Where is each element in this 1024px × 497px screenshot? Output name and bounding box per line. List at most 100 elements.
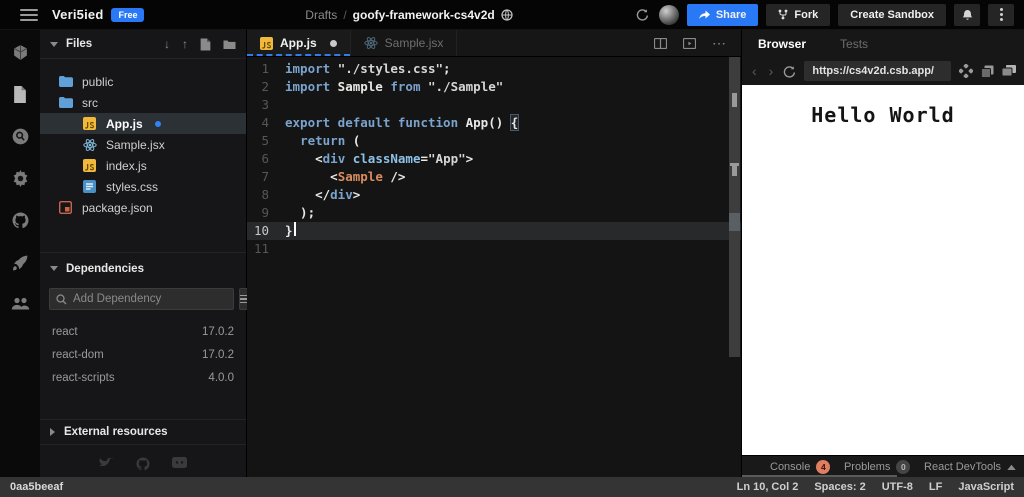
console-scrollbar[interactable] <box>742 475 898 477</box>
privacy-globe-icon[interactable] <box>501 9 513 21</box>
file-explorer-icon[interactable] <box>10 84 30 104</box>
search-icon[interactable] <box>10 126 30 146</box>
code-line-11[interactable]: 11 <box>247 240 741 258</box>
css-file-icon <box>82 180 97 193</box>
url-bar[interactable] <box>804 61 951 81</box>
preview-window-icon[interactable] <box>683 37 696 49</box>
chevron-down-icon[interactable] <box>50 41 58 47</box>
code-line-1[interactable]: 1 import "./styles.css"; <box>247 60 741 78</box>
tab-tests[interactable]: Tests <box>840 37 868 51</box>
code-line-10[interactable]: 10} <box>247 222 741 240</box>
settings-gear-icon[interactable] <box>10 168 30 188</box>
dependency-version: 17.0.2 <box>202 325 234 338</box>
dependency-react-scripts[interactable]: react-scripts 4.0.0 <box>40 366 246 389</box>
external-resources-title: External resources <box>64 426 168 438</box>
github-icon[interactable] <box>10 210 30 230</box>
back-icon[interactable]: ‹ <box>750 64 759 78</box>
json-file-icon <box>58 201 73 214</box>
plan-badge: Free <box>111 7 145 22</box>
dependency-name: react-dom <box>52 348 104 361</box>
code-line-2[interactable]: 2 import Sample from "./Sample" <box>247 78 741 96</box>
files-title: Files <box>66 38 93 50</box>
react-file-icon <box>82 138 97 152</box>
breadcrumb-parent[interactable]: Drafts <box>305 8 337 22</box>
line-number: 11 <box>253 241 269 256</box>
live-collaboration-icon[interactable] <box>10 294 30 314</box>
problems-tab[interactable]: Problems <box>844 461 890 473</box>
tab-label: Sample.jsx <box>384 36 444 50</box>
status-item-4[interactable]: JavaScript <box>958 481 1014 493</box>
react-devtools-tab[interactable]: React DevTools <box>924 461 1001 473</box>
ruler-marker <box>732 163 737 176</box>
chat-icon[interactable] <box>172 457 187 471</box>
code-line-9[interactable]: 9 ); <box>247 204 741 222</box>
editor-more-icon[interactable]: ⋯ <box>712 36 727 50</box>
dependency-react[interactable]: react 17.0.2 <box>40 320 246 343</box>
folder-file-icon <box>58 76 73 87</box>
file-item-styles-css[interactable]: styles.css <box>40 176 246 197</box>
console-tab[interactable]: Console <box>770 461 810 473</box>
code-line-8[interactable]: 8 </div> <box>247 186 741 204</box>
status-item-2[interactable]: UTF-8 <box>882 481 913 493</box>
upload-files-icon[interactable]: ↑ <box>182 37 188 51</box>
unsaved-dot[interactable] <box>329 39 337 47</box>
external-resources-header[interactable]: External resources <box>40 419 246 445</box>
fork-icon <box>779 9 788 20</box>
user-avatar[interactable] <box>658 4 679 25</box>
status-item-3[interactable]: LF <box>929 481 942 493</box>
version-hash: 0aa5beeaf <box>10 481 64 493</box>
file-item-package-json[interactable]: package.json <box>40 197 246 218</box>
url-input[interactable] <box>812 65 943 77</box>
file-item-public[interactable]: public <box>40 71 246 92</box>
add-dependency-field[interactable] <box>49 288 234 310</box>
refresh-status-icon[interactable] <box>634 6 651 23</box>
file-item-index-js[interactable]: index.js <box>40 155 246 176</box>
file-item-sample-jsx[interactable]: Sample.jsx <box>40 134 246 155</box>
refresh-icon[interactable] <box>783 65 796 78</box>
share-button[interactable]: Share <box>686 3 759 26</box>
export-zip-icon[interactable]: ↓ <box>164 37 170 51</box>
code-line-7[interactable]: 7 <Sample /> <box>247 168 741 186</box>
line-content: <Sample /> <box>285 169 406 184</box>
code-line-3[interactable]: 3 <box>247 96 741 114</box>
console-count-badge[interactable]: 4 <box>816 459 831 474</box>
responsive-mode-icon[interactable] <box>959 64 973 78</box>
add-dependency-input[interactable] <box>73 293 227 305</box>
status-item-0[interactable]: Ln 10, Col 2 <box>737 481 799 493</box>
code-line-6[interactable]: 6 <div className="App"> <box>247 150 741 168</box>
sandbox-title[interactable]: goofy-framework-cs4v2d <box>353 8 495 22</box>
split-view-icon[interactable] <box>654 37 667 49</box>
new-file-icon[interactable] <box>200 38 211 51</box>
overview-ruler[interactable] <box>729 57 740 357</box>
twitter-icon[interactable] <box>99 457 114 471</box>
create-sandbox-button[interactable]: Create Sandbox <box>838 3 946 26</box>
line-number: 6 <box>261 151 269 166</box>
forward-icon[interactable]: › <box>767 64 776 78</box>
github-icon[interactable] <box>136 457 150 471</box>
sandbox-info-icon[interactable] <box>10 42 30 62</box>
more-options-button[interactable] <box>988 3 1014 26</box>
code-line-5[interactable]: 5 return ( <box>247 132 741 150</box>
duplicate-preview-icon[interactable] <box>1002 65 1016 77</box>
file-item-src[interactable]: src <box>40 92 246 113</box>
editor-tab-sample-jsx[interactable]: Sample.jsx <box>351 30 458 56</box>
dependencies-header[interactable]: Dependencies <box>40 252 246 284</box>
code-line-4[interactable]: 4 export default function App() { <box>247 114 741 132</box>
file-item-app-js[interactable]: App.js <box>40 113 246 134</box>
file-label: styles.css <box>106 179 159 194</box>
js-file-icon <box>82 159 97 172</box>
status-item-1[interactable]: Spaces: 2 <box>814 481 865 493</box>
code-area[interactable]: 1 import "./styles.css"; 2 import Sample fr… <box>247 57 741 477</box>
expand-console-icon[interactable]: ▲ <box>1004 462 1018 472</box>
tab-browser[interactable]: Browser <box>758 37 806 51</box>
fork-button[interactable]: Fork <box>766 3 831 26</box>
deployment-rocket-icon[interactable] <box>10 252 30 272</box>
text-cursor <box>293 222 296 236</box>
editor-tab-app-js[interactable]: App.js <box>247 30 351 56</box>
problems-count-badge[interactable]: 0 <box>896 459 911 474</box>
menu-icon[interactable] <box>20 8 38 21</box>
notifications-button[interactable] <box>954 3 980 26</box>
dependency-react-dom[interactable]: react-dom 17.0.2 <box>40 343 246 366</box>
new-folder-icon[interactable] <box>223 39 236 50</box>
open-in-new-window-icon[interactable] <box>981 65 994 78</box>
